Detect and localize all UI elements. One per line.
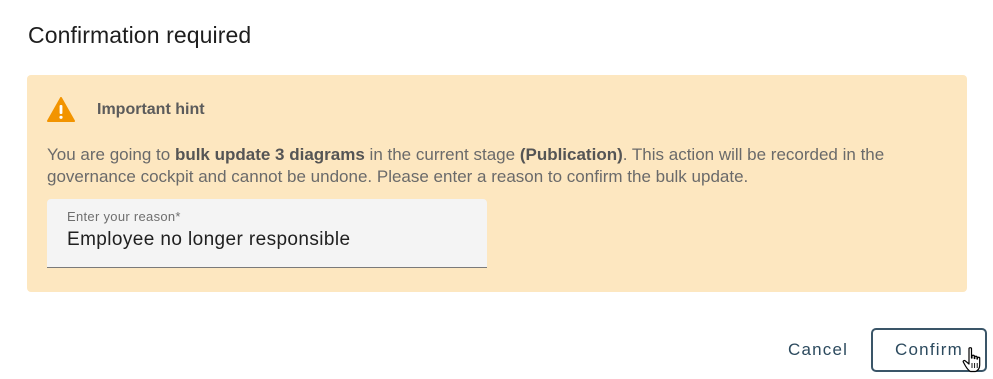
warning-icon bbox=[47, 97, 75, 123]
hint-message: You are going to bulk update 3 diagrams … bbox=[47, 144, 947, 188]
dialog-title: Confirmation required bbox=[28, 22, 252, 48]
reason-field[interactable]: Enter your reason* bbox=[47, 199, 487, 268]
hint-text-bold: (Publication) bbox=[519, 145, 623, 164]
hint-text-part: You are going to bbox=[47, 145, 175, 164]
hint-header: Important hint bbox=[47, 97, 205, 123]
hint-text-part: in the current stage bbox=[364, 145, 520, 164]
hint-text-bold: bulk update 3 diagrams bbox=[174, 145, 365, 164]
hint-title: Important hint bbox=[97, 101, 205, 118]
hand-pointer-icon bbox=[962, 346, 984, 374]
reason-label: Enter your reason* bbox=[67, 209, 181, 224]
cancel-button[interactable]: Cancel bbox=[776, 332, 860, 368]
confirmation-dialog: Confirmation required Important hint You… bbox=[0, 0, 993, 379]
reason-input[interactable] bbox=[67, 229, 467, 251]
dialog-actions: Cancel Confirm bbox=[0, 328, 993, 374]
hint-box: Important hint You are going to bulk upd… bbox=[27, 75, 967, 292]
